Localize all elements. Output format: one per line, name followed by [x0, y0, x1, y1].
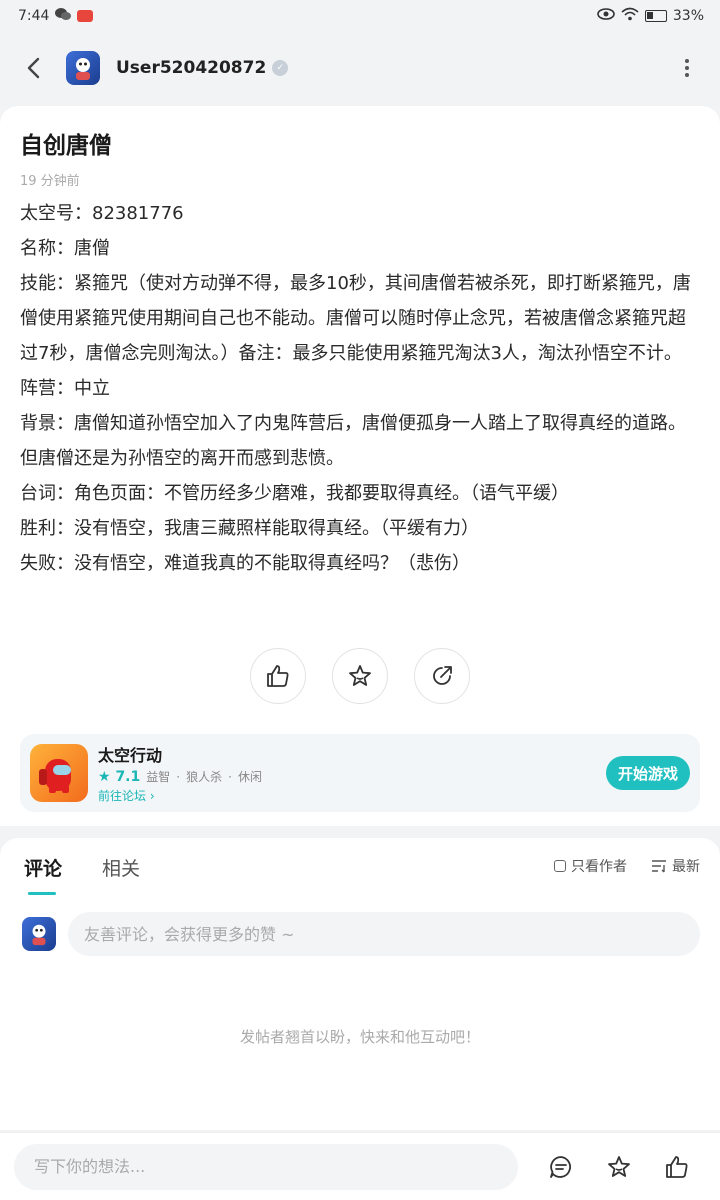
eye-icon: [597, 8, 615, 24]
status-time: 7:44: [18, 8, 50, 24]
author-only-label: 只看作者: [571, 859, 627, 875]
bottom-like-button[interactable]: [662, 1152, 692, 1182]
game-icon: [30, 744, 88, 802]
status-bar: 7:44 33%: [0, 0, 720, 32]
game-tag: 益智: [146, 770, 171, 784]
comment-input[interactable]: [68, 912, 700, 956]
post-card: 自创唐僧 19 分钟前 太空号：82381776 名称：唐僧 技能：紧箍咒（使对…: [0, 106, 720, 826]
comments-section: 评论 相关 只看作者 最新 发帖者翘首以盼，快来和他互动吧！: [0, 838, 720, 1130]
dot: [685, 66, 689, 70]
post-line-defeat: 失败：没有悟空，难道我真的不能取得真经吗？（悲伤）: [20, 553, 470, 574]
author-avatar[interactable]: [66, 51, 100, 85]
dot: [685, 73, 689, 77]
battery-percent: 33%: [672, 8, 704, 24]
post-line-space-id: 太空号：82381776: [20, 203, 184, 224]
post-line-victory: 胜利：没有悟空，我唐三藏照样能取得真经。（平缓有力）: [20, 518, 479, 539]
post-line-camp: 阵营：中立: [20, 378, 110, 399]
thumbs-up-icon: [267, 665, 289, 687]
game-card[interactable]: 太空行动 ★ 7.1 益智 · 狼人杀 · 休闲 前往论坛 › 开始游戏: [20, 734, 700, 812]
avatar-character-icon: [32, 924, 46, 946]
game-tag: 休闲: [237, 770, 262, 784]
wechat-icon: [55, 7, 72, 25]
post-body: 太空号：82381776 名称：唐僧 技能：紧箍咒（使对方动弹不得，最多10秒，…: [20, 196, 700, 581]
forum-link[interactable]: 前往论坛 ›: [98, 787, 262, 804]
app-notification-icon: [77, 10, 94, 22]
status-right: 33%: [597, 7, 704, 25]
game-name: 太空行动: [98, 746, 163, 765]
comment-tabs: 评论 相关: [24, 854, 140, 895]
game-rating-value: 7.1: [115, 768, 141, 785]
game-rating: ★ 7.1: [98, 768, 141, 785]
post-title: 自创唐僧: [20, 133, 112, 159]
post-line-skill: 技能：紧箍咒（使对方动弹不得，最多10秒，其间唐僧若被杀死，即打断紧箍咒，唐僧使…: [20, 273, 691, 364]
comment-filters: 只看作者 最新: [554, 856, 700, 876]
empty-comments-message: 发帖者翘首以盼，快来和他互动吧！: [239, 1028, 480, 1046]
post-line-quotes: 台词：角色页面：不管历经多少磨难，我都要取得真经。（语气平缓）: [20, 483, 569, 504]
favorite-button[interactable]: [332, 648, 388, 704]
tag-separator: ·: [176, 769, 181, 784]
tag-separator: ·: [228, 769, 232, 784]
tab-comments[interactable]: 评论: [24, 854, 62, 895]
dot: [685, 59, 689, 63]
game-tag: 狼人杀: [186, 770, 223, 784]
comment-compose-row: [22, 912, 700, 956]
post-line-background: 背景：唐僧知道孙悟空加入了内鬼阵营后，唐僧便孤身一人踏上了取得真经的道路。但唐僧…: [20, 413, 686, 469]
star-icon: [349, 665, 371, 686]
bottom-bar: [0, 1132, 720, 1200]
checkbox-icon: [554, 860, 566, 872]
more-options-button[interactable]: [672, 53, 702, 83]
bottom-favorite-button[interactable]: [604, 1152, 634, 1182]
post-timestamp: 19 分钟前: [20, 174, 80, 189]
game-info: 太空行动 ★ 7.1 益智 · 狼人杀 · 休闲 前往论坛 ›: [98, 742, 262, 804]
battery-icon: [644, 10, 667, 22]
share-button[interactable]: [414, 648, 470, 704]
comment-icon: [550, 1155, 571, 1178]
tab-related[interactable]: 相关: [102, 854, 140, 895]
crewmate-icon: [39, 759, 71, 793]
sort-filter[interactable]: 最新: [651, 856, 700, 876]
verified-badge-icon: ✓: [272, 60, 289, 76]
star-icon: [608, 1155, 630, 1177]
like-button[interactable]: [250, 648, 306, 704]
game-meta: ★ 7.1 益智 · 狼人杀 · 休闲: [98, 768, 262, 785]
avatar-character-icon: [76, 58, 90, 80]
back-button[interactable]: [18, 53, 48, 83]
start-game-button[interactable]: 开始游戏: [605, 756, 690, 790]
share-icon: [433, 666, 452, 685]
chevron-right-icon: ›: [149, 789, 155, 803]
author-only-filter[interactable]: 只看作者: [554, 856, 627, 876]
post-line-name: 名称：唐僧: [20, 238, 110, 259]
bottom-actions: [546, 1152, 706, 1182]
post-header: User520420872 ✓: [0, 40, 720, 96]
sort-label: 最新: [672, 859, 700, 875]
current-user-avatar: [22, 917, 56, 951]
author-name[interactable]: User520420872: [116, 58, 266, 78]
wifi-icon: [621, 7, 639, 25]
post-actions: [0, 648, 720, 704]
thought-input[interactable]: [14, 1143, 518, 1190]
comment-button[interactable]: [546, 1152, 576, 1182]
sort-icon: [652, 860, 666, 873]
chevron-left-icon: [27, 57, 40, 79]
forum-link-label: 前往论坛: [98, 789, 147, 803]
status-left: 7:44: [18, 7, 94, 25]
thumbs-up-icon: [666, 1155, 688, 1178]
